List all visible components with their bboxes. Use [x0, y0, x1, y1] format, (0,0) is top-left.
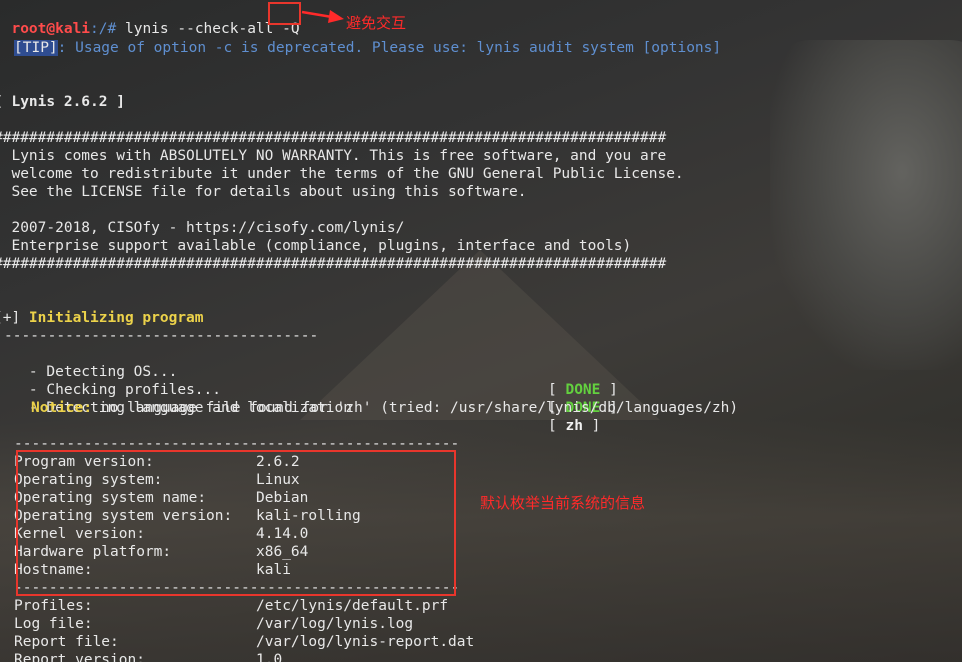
annotation-system-info: 默认枚举当前系统的信息	[480, 494, 646, 512]
file-key: Report version:	[14, 652, 145, 662]
license-line: Enterprise support available (compliance…	[0, 238, 632, 254]
section-underline: ------------------------------------	[4, 328, 319, 344]
command-text: lynis --check-all	[116, 21, 283, 37]
step-row: - Checking profiles... [ DONE ]	[0, 363, 954, 416]
section-heading: [+] Initializing program	[0, 309, 204, 327]
file-value: /var/log/lynis-report.dat	[256, 634, 475, 650]
file-key: Profiles:	[14, 598, 93, 614]
step-status: [ zh ]	[548, 418, 601, 434]
file-value: /etc/lynis/default.prf	[256, 598, 449, 614]
step-row: - Detecting OS... [ DONE ]	[0, 345, 954, 398]
license-line: Lynis comes with ABSOLUTELY NO WARRANTY.…	[0, 148, 667, 164]
system-info-highlight-box	[16, 450, 456, 596]
tip-line: [TIP]: Usage of option -c is deprecated.…	[14, 39, 721, 57]
tip-text: : Usage of option -c is deprecated. Plea…	[57, 40, 722, 56]
file-key: Log file:	[14, 616, 93, 632]
notice-line: Notice: no language file found for 'zh' …	[31, 399, 738, 417]
annotation-avoid-interaction: 避免交互	[346, 14, 407, 32]
flag-highlight-box	[268, 2, 301, 25]
hash-divider-bottom: ########################################…	[0, 256, 667, 272]
step-row: - Detecting language and localization [ …	[0, 381, 954, 434]
tip-tag: [TIP]	[14, 40, 58, 56]
background-mug	[770, 40, 962, 370]
license-line: See the LICENSE file for details about u…	[0, 184, 527, 200]
command-prompt-line: root@kali:/# lynis --check-all -Q	[0, 2, 299, 37]
file-value: 1.0	[256, 652, 283, 662]
notice-label: Notice:	[31, 400, 93, 416]
banner-title: [ Lynis 2.6.2 ]	[0, 94, 125, 110]
prompt-user: root@kali	[11, 21, 91, 37]
prompt-path: :/#	[90, 21, 117, 37]
section-marker: [+]	[0, 310, 21, 326]
file-value: /var/log/lynis.log	[256, 616, 414, 632]
annotation-arrow-icon	[301, 10, 344, 23]
license-line: 2007-2018, CISOfy - https://cisofy.com/l…	[0, 220, 405, 236]
file-key: Report file:	[14, 634, 119, 650]
license-line: welcome to redistribute it under the ter…	[0, 166, 684, 182]
file-row: Report file: /var/log/lynis-report.dat	[14, 633, 614, 651]
section-title: Initializing program	[28, 310, 204, 326]
file-row: Report version: 1.0	[14, 651, 614, 662]
file-row: Profiles: /etc/lynis/default.prf	[14, 597, 614, 615]
file-row: Log file: /var/log/lynis.log	[14, 615, 614, 633]
hash-divider-top: ########################################…	[0, 130, 667, 146]
notice-text: no language file found for 'zh' (tried: …	[92, 400, 739, 416]
